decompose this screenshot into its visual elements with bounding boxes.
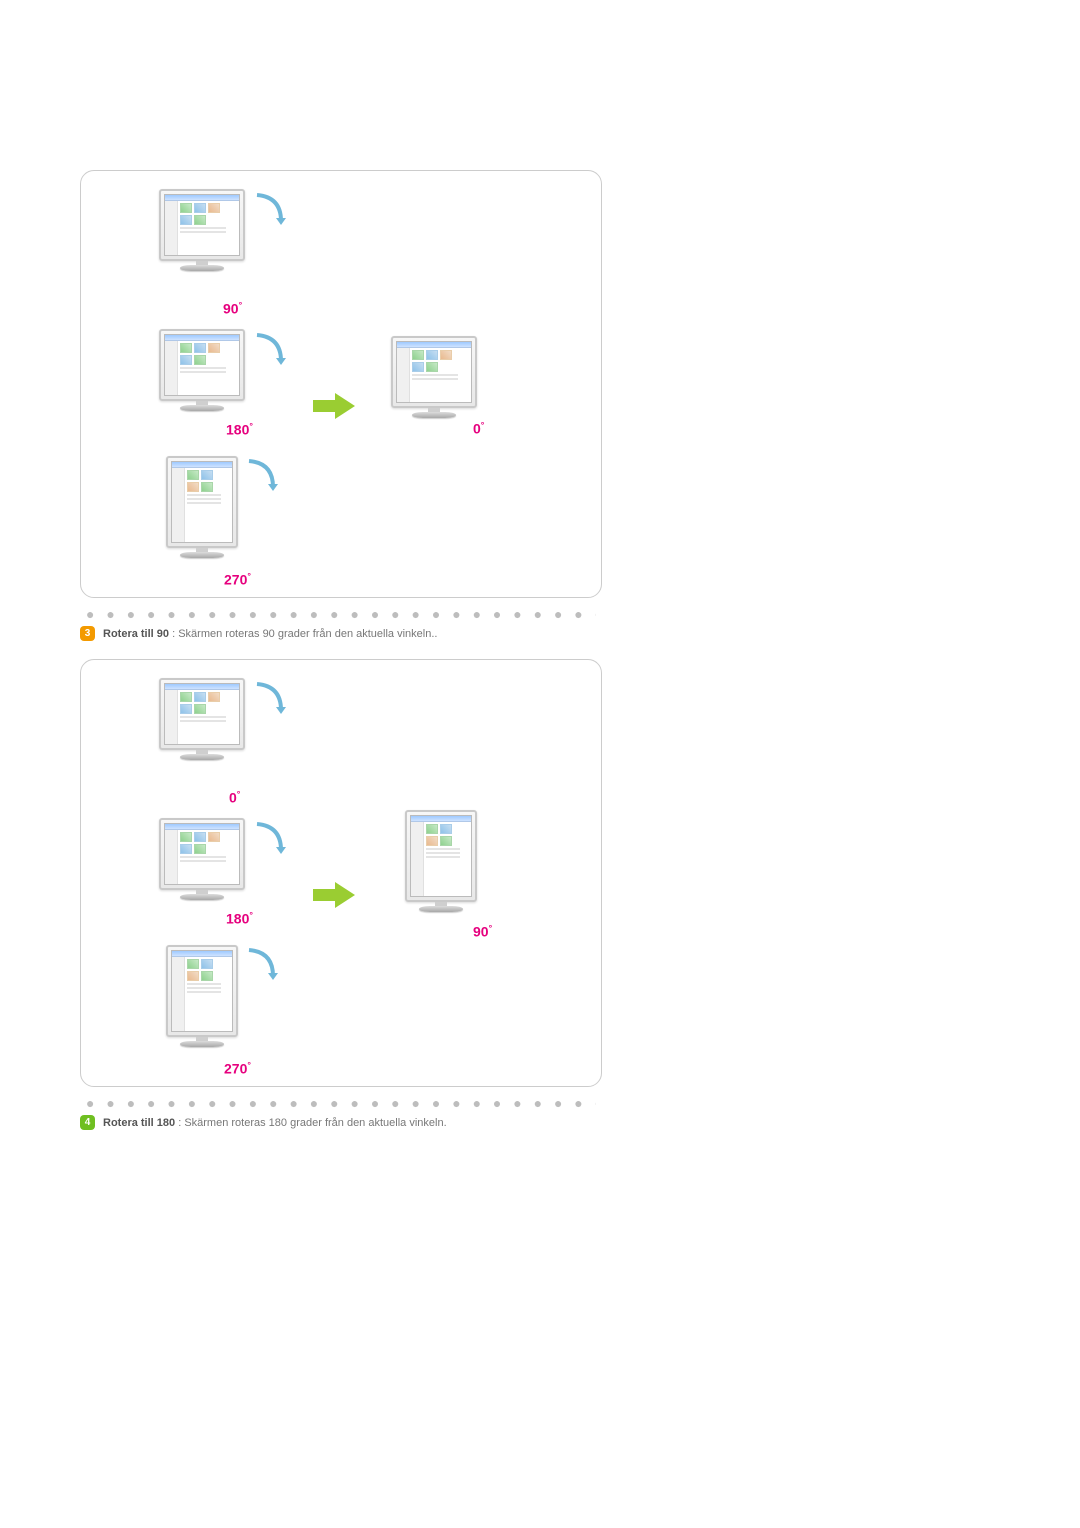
- angle-label-result-90: 90°: [473, 923, 492, 940]
- curve-arrow-icon: [251, 191, 291, 231]
- angle-label-270: 270°: [224, 1060, 251, 1077]
- caption-desc-4: Skärmen roteras 180 grader från den aktu…: [184, 1117, 446, 1129]
- caption-sep-4: :: [175, 1117, 184, 1129]
- caption-sep-3: :: [169, 628, 178, 640]
- monitor-result: [405, 810, 477, 912]
- bullet-4-icon: 4: [80, 1115, 95, 1130]
- angle-label-result-0: 0°: [473, 420, 484, 437]
- angle-label-0: 0°: [229, 789, 240, 806]
- bullet-3-icon: 3: [80, 626, 95, 641]
- rotation-diagram-1: 90° 180°: [80, 170, 602, 598]
- separator-dots: ● ● ● ● ● ● ● ● ● ● ● ● ● ● ● ● ● ● ● ● …: [86, 1095, 596, 1111]
- angle-label-270: 270°: [224, 571, 251, 588]
- arrow-right-icon: [311, 391, 357, 421]
- monitor-middle: [159, 329, 245, 411]
- curve-arrow-icon: [243, 457, 283, 497]
- caption-title-4: Rotera till 180: [103, 1117, 175, 1129]
- arrow-right-icon: [311, 880, 357, 910]
- caption-title-3: Rotera till 90: [103, 628, 169, 640]
- monitor-middle: [159, 818, 245, 900]
- angle-label-180: 180°: [226, 421, 253, 438]
- monitor-top: [159, 678, 245, 760]
- document-page: 90° 180°: [0, 0, 1080, 1228]
- separator-dots: ● ● ● ● ● ● ● ● ● ● ● ● ● ● ● ● ● ● ● ● …: [86, 606, 596, 622]
- rotation-diagram-2: 0° 180°: [80, 659, 602, 1087]
- monitor-bottom: [166, 945, 238, 1047]
- angle-label-180: 180°: [226, 910, 253, 927]
- curve-arrow-icon: [251, 820, 291, 860]
- monitor-bottom: [166, 456, 238, 558]
- monitor-top: [159, 189, 245, 271]
- curve-arrow-icon: [243, 946, 283, 986]
- curve-arrow-icon: [251, 331, 291, 371]
- monitor-result: [391, 336, 477, 418]
- caption-desc-3: Skärmen roteras 90 grader från den aktue…: [178, 628, 437, 640]
- caption-row-3: 3 Rotera till 90 : Skärmen roteras 90 gr…: [80, 626, 1000, 641]
- angle-label-90: 90°: [223, 300, 242, 317]
- caption-row-4: 4 Rotera till 180 : Skärmen roteras 180 …: [80, 1115, 1000, 1130]
- curve-arrow-icon: [251, 680, 291, 720]
